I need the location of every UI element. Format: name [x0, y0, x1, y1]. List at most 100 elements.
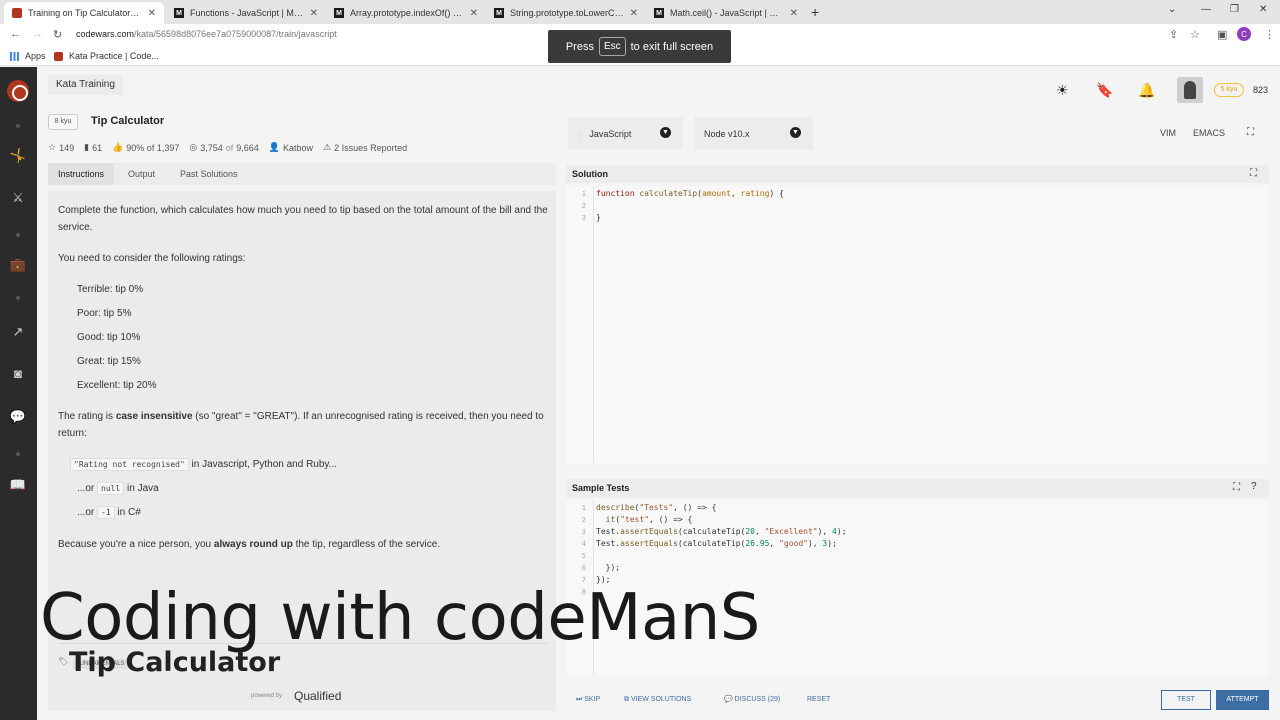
profile-avatar[interactable]: C	[1237, 27, 1251, 41]
fullscreen-icon[interactable]: ⛶	[1247, 127, 1254, 138]
inline-code: -1	[97, 506, 115, 519]
tab-title: Math.ceil() - JavaScript | MDN	[670, 8, 784, 18]
discord-icon[interactable]: ◙	[9, 365, 27, 383]
browser-tab[interactable]: M Functions - JavaScript | MDN ✕	[166, 2, 326, 24]
case-paragraph: The rating is case insensitive (so "grea…	[58, 408, 548, 442]
line-number: 6	[581, 564, 586, 572]
browser-tab[interactable]: M String.prototype.toLowerCase() - ✕	[486, 2, 646, 24]
satisfaction-value: 90% of 1,397	[126, 142, 180, 153]
chevron-down-icon: ▼	[790, 127, 801, 138]
text-run: the tip, regardless of the service.	[292, 539, 441, 550]
emacs-mode-button[interactable]: EMACS	[1193, 128, 1225, 138]
leaderboard-icon[interactable]: ↗	[9, 323, 27, 341]
line-number: 4	[581, 540, 586, 548]
browser-tab[interactable]: M Math.ceil() - JavaScript | MDN ✕	[646, 2, 806, 24]
test-button[interactable]: TEST	[1161, 690, 1211, 710]
instructions-paragraph: Complete the function, which calculates …	[58, 205, 548, 233]
warning-icon: ⚠	[323, 142, 332, 152]
expand-icon[interactable]: ⛶	[1233, 482, 1240, 493]
url-field[interactable]: codewars.com/kata/56598d8076ee7a07590000…	[76, 29, 337, 39]
browser-tab[interactable]: Training on Tip Calculator | Code ✕	[4, 2, 164, 24]
tab-instructions[interactable]: Instructions	[48, 163, 115, 185]
view-solutions-label: VIEW SOLUTIONS	[630, 696, 692, 703]
tab-title: Training on Tip Calculator | Code	[28, 8, 142, 18]
briefcase-icon[interactable]: 💼	[9, 256, 27, 274]
version-select[interactable]: Node v10.x ▼	[694, 117, 813, 150]
bookmark-label: Kata Practice | Code...	[69, 51, 159, 61]
favorites-count: 61	[92, 142, 103, 153]
rank-badge: 5 kyu	[1214, 83, 1244, 97]
reload-icon[interactable]: ↻	[53, 28, 62, 41]
attempt-button[interactable]: ATTEMPT	[1216, 690, 1269, 710]
line-number: 2	[581, 202, 586, 210]
favorites-stat: ▮ 61	[84, 142, 102, 153]
attempted-count: 9,664	[236, 142, 259, 153]
line-number: 2	[581, 516, 586, 524]
docs-book-icon[interactable]: 📖	[9, 476, 27, 494]
left-sidebar: 🤸 ⚔ 💼 ↗ ◙ 💬 📖	[0, 67, 37, 720]
practice-icon[interactable]: ⚔	[9, 189, 27, 207]
line-number: 1	[581, 190, 586, 198]
reset-button[interactable]: RESET	[807, 692, 830, 708]
bookmark-apps[interactable]: Apps	[10, 51, 46, 61]
bookmark-kata-practice[interactable]: Kata Practice | Code...	[54, 51, 159, 61]
rating-item: Excellent: tip 20%	[77, 380, 157, 391]
code-line: it("test", () => {	[605, 515, 693, 524]
skip-button[interactable]: ⏭ SKIP	[576, 692, 600, 708]
breadcrumb[interactable]: Kata Training	[48, 75, 123, 95]
line-gutter: 1 2 3	[566, 186, 594, 463]
share-icon[interactable]: ⇪	[1169, 28, 1178, 41]
codewars-logo[interactable]	[7, 80, 29, 102]
close-tab-icon[interactable]: ✕	[310, 8, 318, 19]
sidebar-dot	[16, 452, 20, 456]
skip-icon: ⏭	[576, 696, 585, 703]
restore-icon[interactable]: ❐	[1230, 4, 1239, 15]
view-solutions-button[interactable]: ⧉ VIEW SOLUTIONS	[624, 692, 691, 708]
browser-tab-bar: Training on Tip Calculator | Code ✕ M Fu…	[0, 0, 1280, 24]
tab-search-icon[interactable]: ⌄	[1168, 4, 1176, 15]
stars-stat[interactable]: ☆ 149	[48, 142, 74, 153]
user-icon: 👤	[268, 142, 280, 152]
url-path: /kata/56598d8076ee7a0759000087/train/jav…	[134, 29, 337, 39]
version-value: Node v10.x	[704, 128, 750, 139]
close-tab-icon[interactable]: ✕	[148, 8, 156, 19]
expand-icon[interactable]: ⛶	[1250, 168, 1257, 179]
satisfaction-stat: 👍 90% of 1,397	[112, 142, 179, 153]
video-overlay-subtitle: Tip Calculator	[69, 647, 281, 678]
discuss-label: DISCUSS (29)	[734, 696, 781, 703]
mdn-favicon: M	[654, 8, 664, 18]
close-tab-icon[interactable]: ✕	[470, 8, 478, 19]
close-window-icon[interactable]: ✕	[1259, 4, 1267, 15]
author-stat[interactable]: 👤 Katbow	[269, 142, 313, 153]
close-tab-icon[interactable]: ✕	[630, 8, 638, 19]
training-icon[interactable]: 🤸	[9, 147, 27, 165]
solution-editor[interactable]: 1 2 3 function calculateTip(amount, rati…	[566, 186, 1269, 463]
language-select[interactable]: ◌ JavaScript ▼	[568, 117, 683, 150]
discuss-icon[interactable]: 💬	[9, 408, 27, 426]
browser-menu-icon[interactable]: ⋮	[1264, 28, 1275, 41]
tab-output[interactable]: Output	[118, 163, 165, 185]
text-run: Because you're a nice person, you	[58, 539, 214, 550]
new-tab-icon[interactable]: +	[811, 4, 819, 20]
notifications-bell-icon[interactable]: 🔔	[1138, 82, 1155, 99]
return-item: "Rating not recognised" in Javascript, P…	[70, 458, 337, 471]
tab-past-solutions[interactable]: Past Solutions	[170, 163, 248, 185]
minimize-icon[interactable]: —	[1201, 4, 1211, 15]
back-icon[interactable]: ←	[10, 28, 21, 40]
theme-toggle-icon[interactable]: ☀	[1056, 82, 1069, 99]
qualified-logo[interactable]: Qualified	[294, 689, 341, 703]
return-item: ...or -1 in C#	[77, 506, 141, 519]
close-tab-icon[interactable]: ✕	[790, 8, 798, 19]
help-icon[interactable]: ?	[1251, 481, 1257, 492]
bookmark-icon[interactable]: 🔖	[1096, 82, 1113, 99]
issues-stat[interactable]: ⚠ 2 Issues Reported	[323, 142, 407, 153]
bookmark-star-icon[interactable]: ☆	[1190, 28, 1200, 41]
sidebar-panel-icon[interactable]: ▣	[1217, 28, 1227, 41]
text-run: ...or	[77, 483, 98, 494]
text-run: in C#	[114, 507, 141, 518]
discuss-button[interactable]: 💬 DISCUSS (29)	[724, 692, 780, 708]
user-avatar[interactable]	[1177, 77, 1203, 103]
vim-mode-button[interactable]: VIM	[1160, 128, 1176, 138]
browser-tab[interactable]: M Array.prototype.indexOf() - Java ✕	[326, 2, 486, 24]
forward-icon[interactable]: →	[32, 28, 43, 40]
